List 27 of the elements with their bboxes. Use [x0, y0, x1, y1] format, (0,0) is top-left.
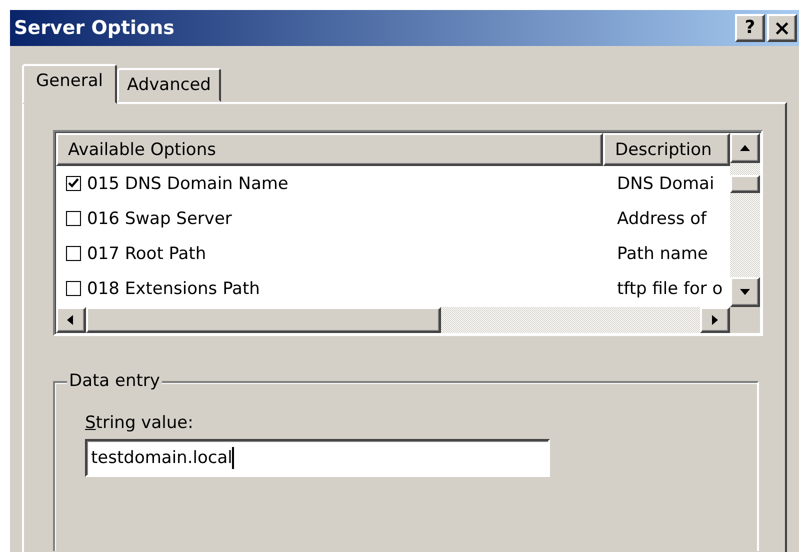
- column-header[interactable]: Available Options: [56, 133, 603, 166]
- scroll-thumb[interactable]: [86, 307, 441, 333]
- vertical-scrollbar[interactable]: [730, 133, 760, 307]
- help-button[interactable]: ?: [735, 14, 765, 42]
- scrollbar-corner: [730, 307, 760, 333]
- tab[interactable]: General: [22, 64, 117, 104]
- option-description: DNS Domai: [617, 174, 714, 194]
- scroll-thumb[interactable]: [730, 175, 760, 193]
- tab[interactable]: Advanced: [117, 68, 221, 102]
- option-description: Address of: [617, 208, 706, 228]
- checkbox[interactable]: [66, 211, 81, 226]
- horizontal-scrollbar[interactable]: [56, 307, 730, 333]
- option-name: 016 Swap Server: [87, 208, 232, 228]
- field-label: String value:: [85, 413, 194, 433]
- option-description: tftp file for o: [617, 278, 723, 298]
- window-title: Server Options: [14, 17, 176, 39]
- group-title: Data entry: [67, 371, 162, 391]
- option-name: 018 Extensions Path: [87, 278, 260, 298]
- option-name: 015 DNS Domain Name: [87, 174, 288, 194]
- option-name: 017 Root Path: [87, 244, 206, 264]
- checkbox[interactable]: [66, 281, 81, 296]
- column-header[interactable]: Description: [603, 133, 730, 166]
- option-description: Path name: [617, 244, 708, 264]
- input-field[interactable]: testdomain.local: [85, 439, 550, 477]
- checkbox[interactable]: [66, 246, 81, 261]
- close-button[interactable]: ×: [767, 14, 797, 42]
- checkbox[interactable]: [66, 176, 81, 191]
